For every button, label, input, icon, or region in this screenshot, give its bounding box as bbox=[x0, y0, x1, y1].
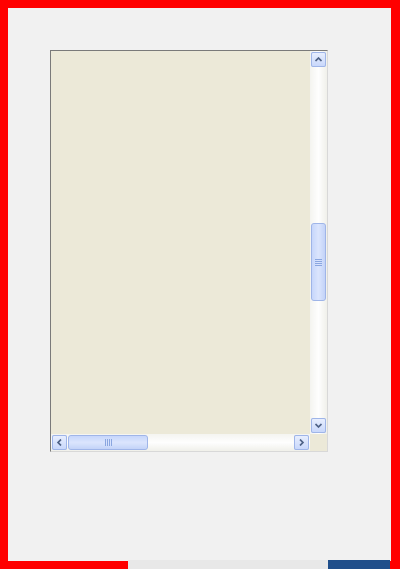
bottom-edge bbox=[128, 560, 328, 569]
chevron-up-icon bbox=[314, 56, 323, 62]
window-root: { "scroll_pane": { "vertical_scroll_posi… bbox=[0, 0, 400, 569]
vertical-scroll-thumb[interactable] bbox=[311, 223, 326, 302]
chevron-left-icon bbox=[56, 438, 62, 447]
bottom-edge-accent bbox=[328, 560, 390, 569]
horizontal-scroll-thumb[interactable] bbox=[68, 435, 148, 450]
grip-icon bbox=[104, 439, 112, 446]
scroll-up-button[interactable] bbox=[311, 52, 326, 67]
scroll-right-button[interactable] bbox=[294, 435, 309, 450]
scroll-left-button[interactable] bbox=[52, 435, 67, 450]
scroll-pane[interactable] bbox=[50, 50, 328, 452]
scroll-viewport[interactable] bbox=[52, 52, 311, 435]
chevron-down-icon bbox=[314, 423, 323, 429]
scroll-down-button[interactable] bbox=[311, 418, 326, 433]
chevron-right-icon bbox=[299, 438, 305, 447]
horizontal-scrollbar[interactable] bbox=[51, 434, 310, 451]
grip-icon bbox=[315, 258, 322, 266]
scrollbar-corner bbox=[310, 434, 327, 451]
vertical-scrollbar[interactable] bbox=[310, 51, 327, 435]
